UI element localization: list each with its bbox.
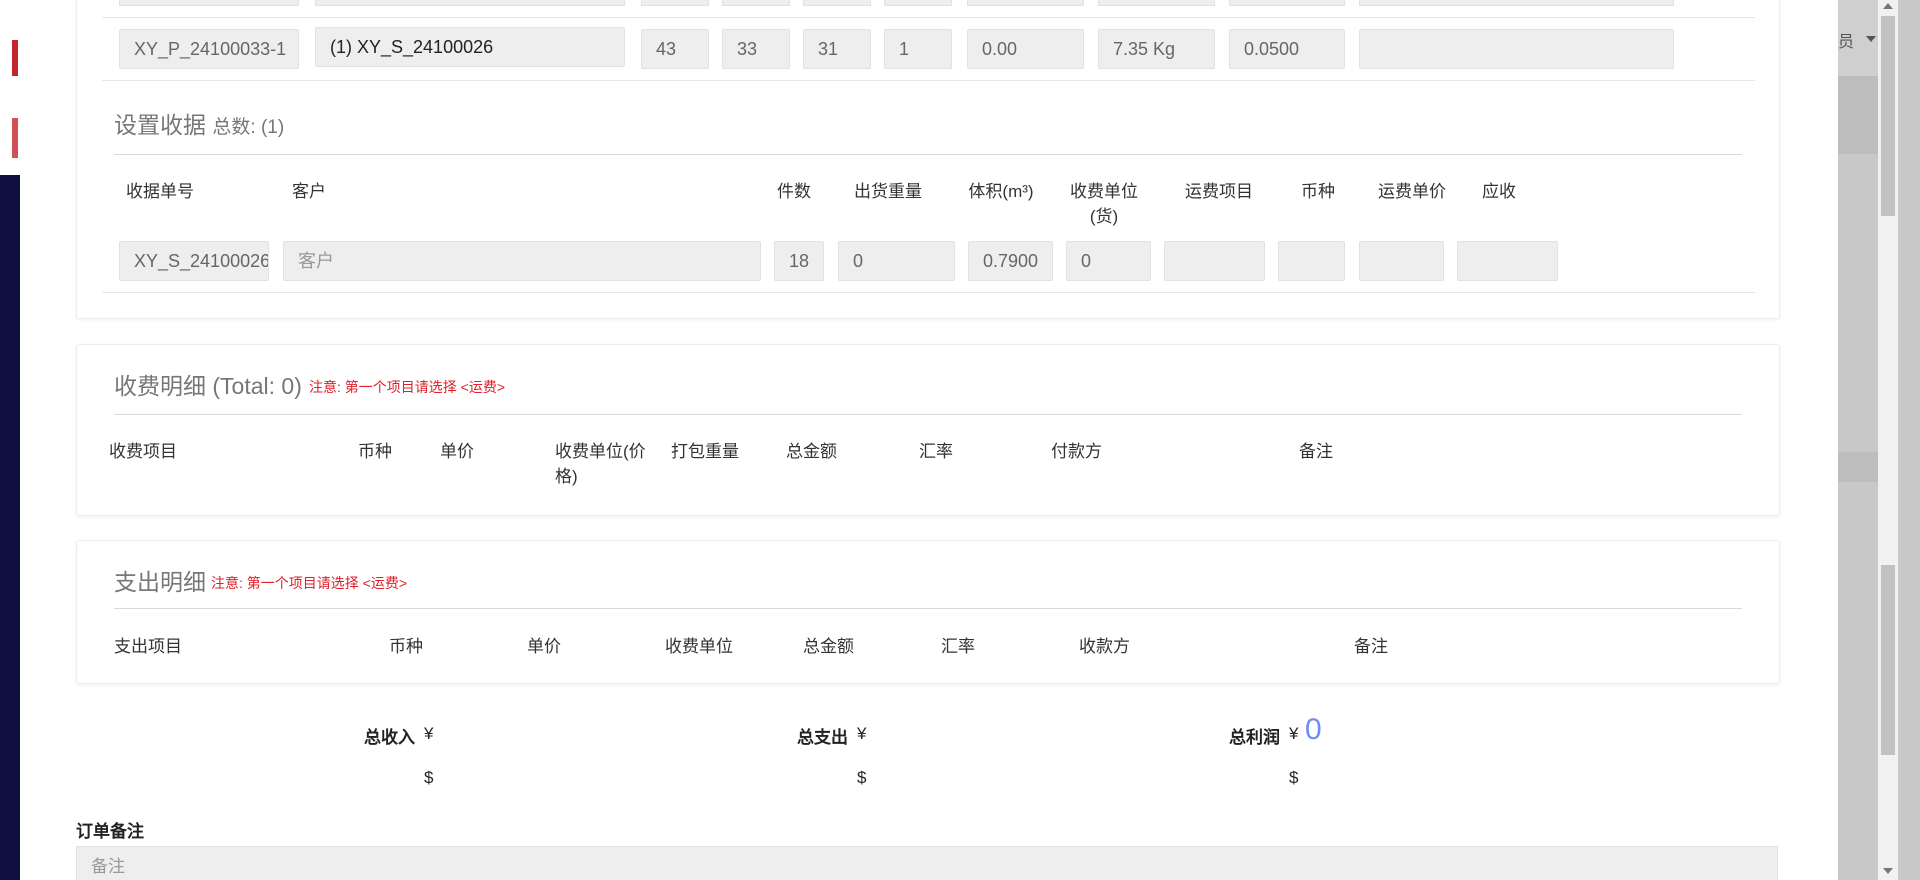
col-income-remark: 备注 (1299, 442, 1333, 461)
col-pieces: 件数 (777, 182, 811, 201)
col-currency: 币种 (1301, 182, 1335, 201)
volume-field[interactable]: 0.7900 (968, 241, 1053, 281)
length-field[interactable]: 43 (641, 29, 709, 69)
prev-row-field[interactable] (1098, 0, 1215, 6)
col-receipt-no: 收据单号 (126, 182, 194, 201)
total-income-label: 总收入 (364, 728, 415, 747)
customer-field[interactable]: 客户 (283, 241, 761, 281)
charge-unit-field[interactable]: 0 (1066, 241, 1151, 281)
col-expense-currency: 币种 (389, 637, 423, 656)
col-income-unit-price: 单价 (440, 442, 474, 461)
extra-field[interactable] (1359, 29, 1674, 69)
income-warning: 注意: 第一个项目请选择 <运费> (309, 379, 506, 395)
col-expense-total: 总金额 (803, 637, 854, 656)
package-no-field[interactable]: XY_P_24100033-1 (119, 29, 299, 69)
prev-row-field[interactable] (119, 0, 299, 6)
currency-select[interactable] (1278, 241, 1345, 281)
backdrop-logo-fragment-2 (12, 118, 18, 158)
height-field[interactable]: 31 (803, 29, 871, 69)
volume-field[interactable]: 0.0500 (1229, 29, 1345, 69)
receipt-title-text: 设置收据 (114, 112, 206, 138)
width-field[interactable]: 33 (722, 29, 790, 69)
expense-section-title: 支出明细 (114, 569, 206, 595)
col-expense-charge-unit: 收费单位 (665, 637, 733, 656)
col-customer: 客户 (292, 182, 326, 201)
prev-row-field[interactable] (1229, 0, 1345, 6)
col-expense-item: 支出项目 (114, 637, 182, 656)
total-profit-value: 0 (1305, 713, 1322, 746)
col-charge-unit: 收费单位(货) (1070, 182, 1138, 226)
divider (114, 154, 1742, 155)
page-scrollbar[interactable] (1878, 0, 1898, 880)
col-expense-unit-price: 单价 (527, 637, 561, 656)
col-income-pack-weight: 打包重量 (671, 442, 739, 461)
receipt-ref-select[interactable]: (1) XY_S_24100026 (315, 27, 625, 67)
total-profit-usd: $ (1289, 768, 1299, 787)
col-receivable: 应收 (1482, 182, 1516, 201)
scroll-up-icon[interactable] (1883, 3, 1893, 9)
expense-card (76, 540, 1780, 684)
income-section-title: 收费明细 (Total: 0) (114, 373, 302, 399)
col-freight-unit-price: 运费单价 (1378, 182, 1446, 201)
col-volume: 体积(m³) (968, 182, 1034, 201)
prev-row-field[interactable] (722, 0, 790, 6)
divider (102, 292, 1755, 293)
col-expense-rate: 汇率 (941, 637, 975, 656)
total-profit-yen: ¥ (1289, 724, 1299, 743)
total-profit-label: 总利润 (1229, 728, 1280, 747)
col-expense-remark: 备注 (1354, 637, 1388, 656)
scroll-down-icon[interactable] (1883, 868, 1893, 874)
total-expense-label: 总支出 (797, 728, 848, 747)
chevron-down-icon[interactable] (1866, 36, 1876, 42)
order-modal: XY_P_24100033-1 (1) XY_S_24100026 43 33 … (20, 0, 1838, 880)
col-income-charge-unit: 收费单位(价格) (555, 442, 646, 486)
prev-row-field[interactable] (884, 0, 952, 6)
prev-row-field[interactable] (1359, 0, 1674, 6)
col-income-total: 总金额 (786, 442, 837, 461)
total-expense-usd: $ (857, 768, 867, 787)
backdrop-user-label[interactable]: 员 (1838, 28, 1854, 52)
divider (114, 608, 1742, 609)
income-card (76, 344, 1780, 516)
total-income-yen: ¥ (424, 724, 434, 743)
total-income-usd: $ (424, 768, 434, 787)
backdrop-logo-fragment (12, 40, 18, 76)
col-income-currency: 币种 (358, 442, 392, 461)
out-weight-field[interactable]: 0 (838, 241, 955, 281)
divider (102, 17, 1755, 18)
backdrop-left-strip (0, 0, 20, 175)
receipt-section-title: 设置收据 总数: (1) (114, 106, 284, 140)
qty-field[interactable]: 1 (884, 29, 952, 69)
col-expense-payee: 收款方 (1079, 637, 1130, 656)
receivable-field[interactable] (1457, 241, 1558, 281)
prev-row-field[interactable] (641, 0, 709, 6)
scrollbar-thumb-top[interactable] (1881, 16, 1895, 216)
divider (114, 414, 1742, 415)
freight-item-select[interactable] (1164, 241, 1265, 281)
total-expense-yen: ¥ (857, 724, 867, 743)
receipt-no-field[interactable]: XY_S_24100026 (119, 241, 269, 281)
prev-row-field[interactable] (967, 0, 1084, 6)
order-notes-field[interactable]: 备注 (76, 846, 1778, 880)
prev-row-field[interactable] (315, 0, 625, 6)
prev-row-field[interactable] (803, 0, 871, 6)
col-out-weight: 出货重量 (854, 182, 922, 201)
freight-unit-price-field[interactable] (1359, 241, 1444, 281)
col-income-rate: 汇率 (919, 442, 953, 461)
weight-field[interactable]: 7.35 Kg (1098, 29, 1215, 69)
scrollbar-thumb[interactable] (1881, 565, 1895, 755)
divider (102, 80, 1755, 81)
expense-warning: 注意: 第一个项目请选择 <运费> (211, 575, 408, 591)
col-income-payer: 付款方 (1051, 442, 1102, 461)
col-income-item: 收费项目 (109, 442, 177, 461)
value-field[interactable]: 0.00 (967, 29, 1084, 69)
pieces-field[interactable]: 18 (774, 241, 824, 281)
receipt-count: 总数: (1) (212, 117, 285, 138)
order-notes-label: 订单备注 (76, 822, 144, 841)
col-freight-item: 运费项目 (1185, 182, 1253, 201)
